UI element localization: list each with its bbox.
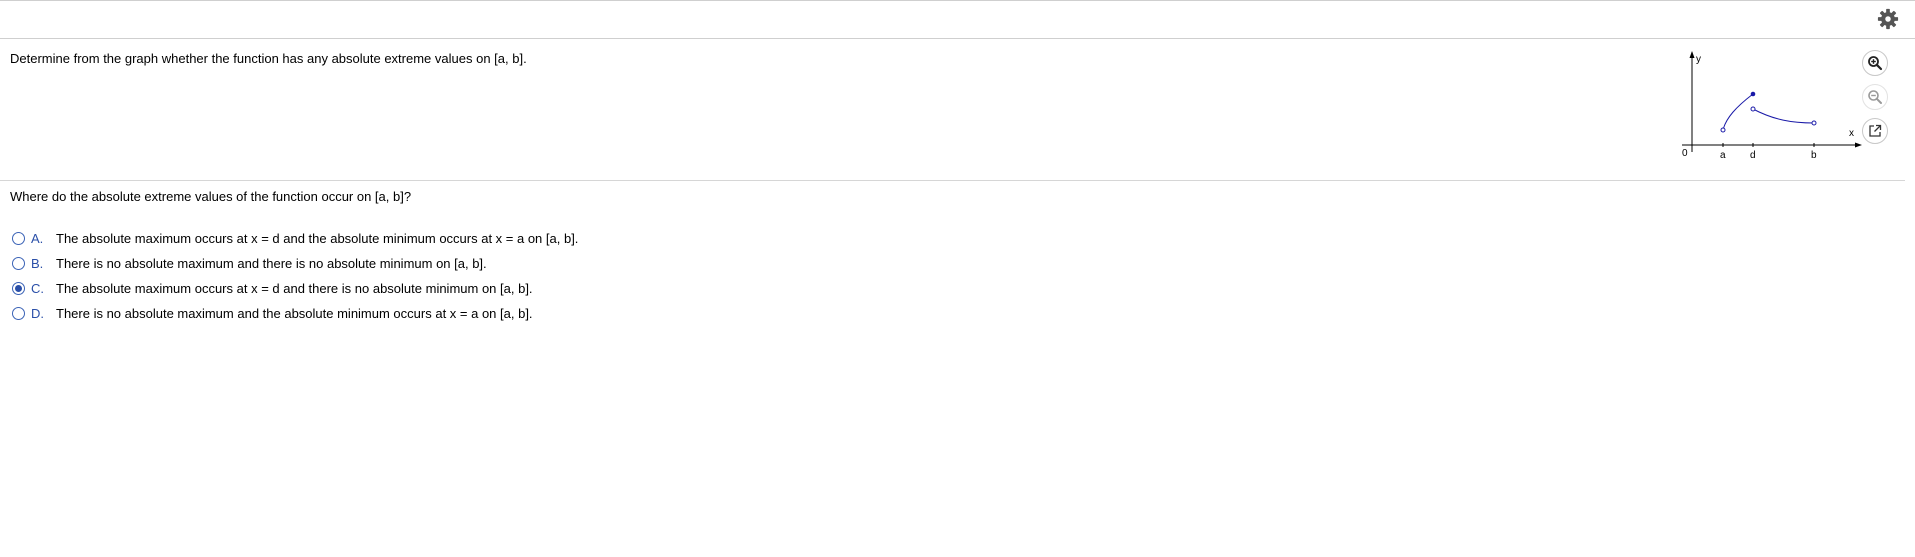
header-divider	[0, 38, 1915, 39]
gear-icon[interactable]	[1877, 8, 1899, 30]
x-axis-label: x	[1849, 128, 1854, 139]
option-d[interactable]: D. There is no absolute maximum and the …	[12, 301, 578, 326]
section-divider	[0, 180, 1905, 181]
option-d-letter: D.	[31, 306, 44, 321]
graph-axes	[1682, 51, 1862, 152]
option-b-letter: B.	[31, 256, 44, 271]
option-b[interactable]: B. There is no absolute maximum and ther…	[12, 251, 578, 276]
top-divider	[0, 0, 1915, 1]
popout-icon	[1869, 124, 1882, 137]
question-text: Determine from the graph whether the fun…	[10, 51, 527, 66]
option-c[interactable]: C. The absolute maximum occurs at x = d …	[12, 276, 578, 301]
open-point-d	[1750, 106, 1756, 112]
y-axis-label: y	[1696, 54, 1701, 65]
option-c-text: The absolute maximum occurs at x = d and…	[56, 281, 533, 296]
tick-label-d: d	[1750, 150, 1756, 161]
option-a-letter: A.	[31, 231, 44, 246]
curve-right-branch	[1752, 108, 1815, 124]
answer-prompt: Where do the absolute extreme values of …	[10, 189, 412, 204]
zoom-in-button[interactable]	[1862, 50, 1888, 76]
option-d-radio[interactable]	[12, 307, 25, 320]
option-a-text: The absolute maximum occurs at x = d and…	[56, 231, 579, 246]
curve-left-branch	[1722, 93, 1754, 131]
option-c-radio[interactable]	[12, 282, 25, 295]
tick-label-b: b	[1811, 150, 1817, 161]
open-point-a	[1720, 127, 1726, 133]
option-a[interactable]: A. The absolute maximum occurs at x = d …	[12, 226, 578, 251]
option-b-text: There is no absolute maximum and there i…	[56, 256, 487, 271]
tick-label-a: a	[1720, 150, 1726, 161]
option-c-letter: C.	[31, 281, 44, 296]
function-graph: y x 0 a d b	[1682, 51, 1862, 161]
closed-point-max	[1750, 91, 1756, 97]
open-point-b	[1811, 120, 1817, 126]
popout-button[interactable]	[1862, 118, 1888, 144]
zoom-out-icon	[1868, 90, 1882, 104]
option-b-radio[interactable]	[12, 257, 25, 270]
answer-options: A. The absolute maximum occurs at x = d …	[12, 226, 578, 326]
option-d-text: There is no absolute maximum and the abs…	[56, 306, 533, 321]
zoom-out-button[interactable]	[1862, 84, 1888, 110]
option-a-radio[interactable]	[12, 232, 25, 245]
origin-label: 0	[1682, 148, 1688, 159]
zoom-in-icon	[1868, 56, 1883, 71]
